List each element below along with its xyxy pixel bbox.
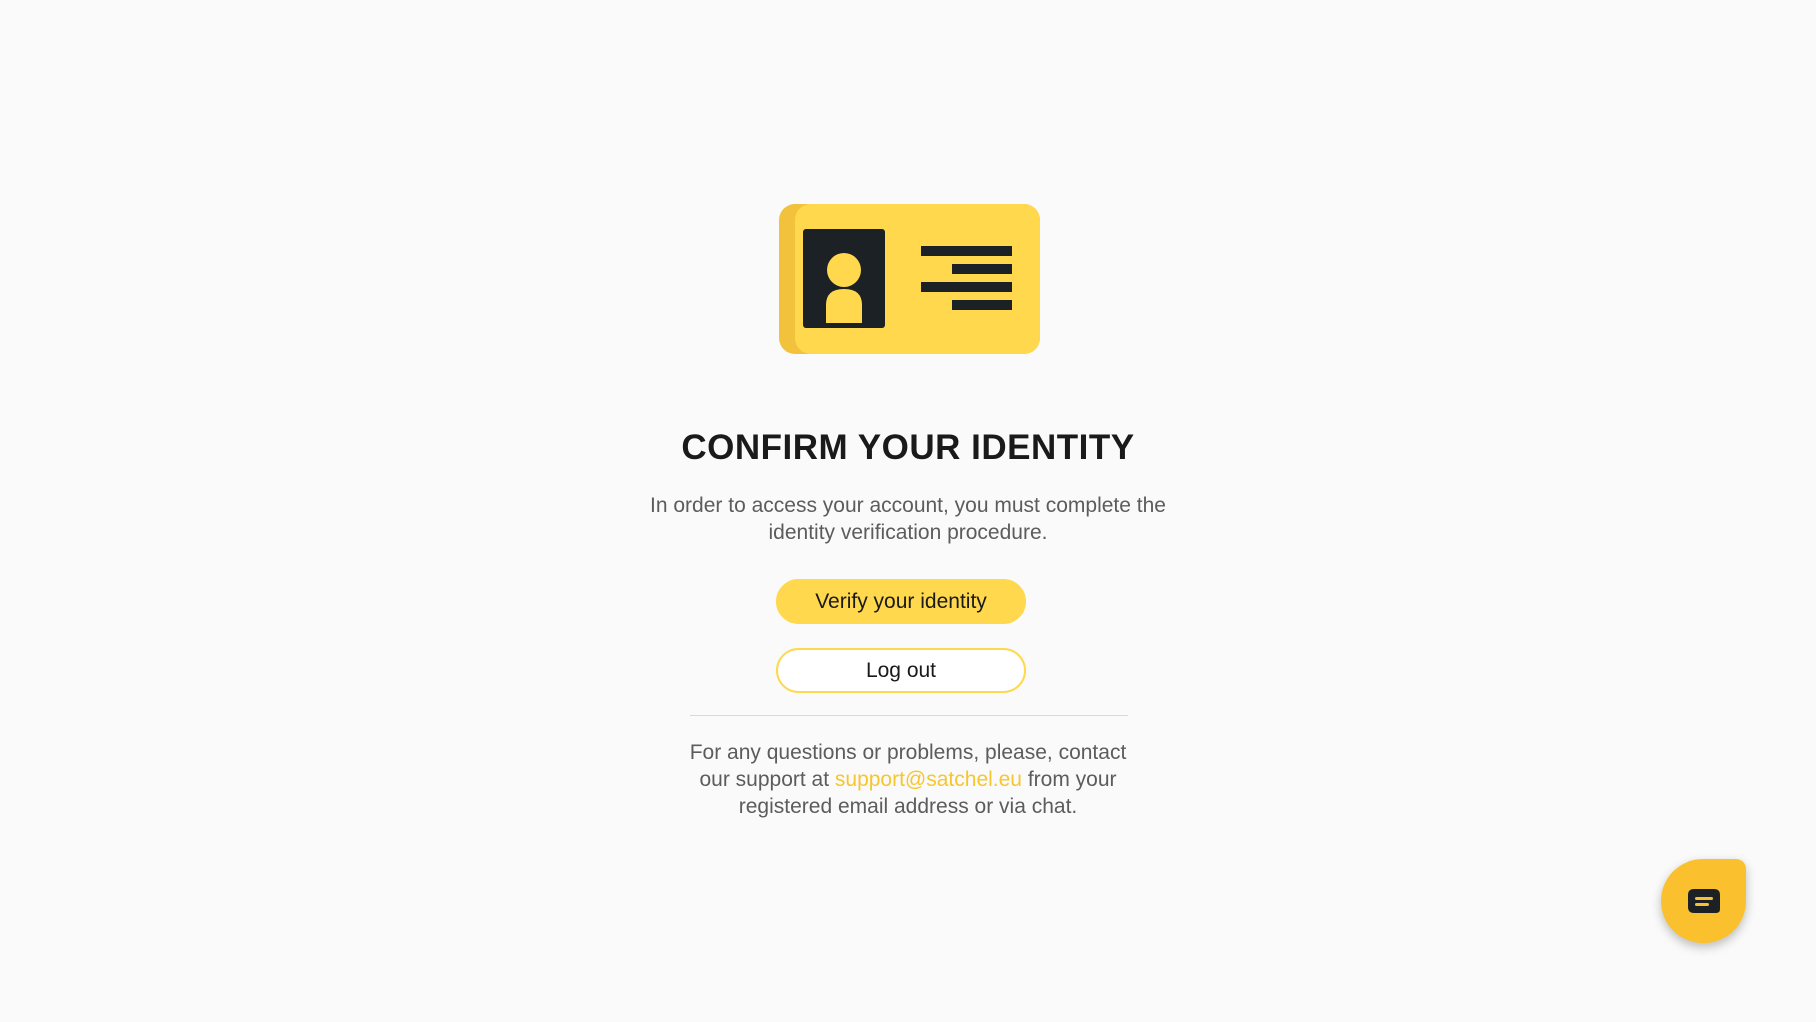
logout-button-label: Log out	[865, 658, 937, 682]
id-card-icon	[779, 204, 1040, 356]
page-title: CONFIRM YOUR IDENTITY	[681, 428, 1135, 467]
divider	[690, 715, 1128, 716]
chat-button[interactable]	[1661, 859, 1746, 943]
support-text: For any questions or problems, please, c…	[676, 739, 1140, 820]
identity-confirmation-page: CONFIRM YOUR IDENTITY In order to access…	[0, 0, 1816, 1022]
logout-button[interactable]: Log out	[776, 648, 1026, 693]
support-email-link[interactable]: support@satchel.eu	[835, 768, 1022, 791]
verify-identity-button[interactable]: Verify your identity	[776, 579, 1026, 624]
page-description: In order to access your account, you mus…	[650, 494, 1166, 544]
verify-identity-button-label: Verify your identity	[815, 589, 987, 613]
chat-bubble-icon	[1687, 889, 1720, 913]
